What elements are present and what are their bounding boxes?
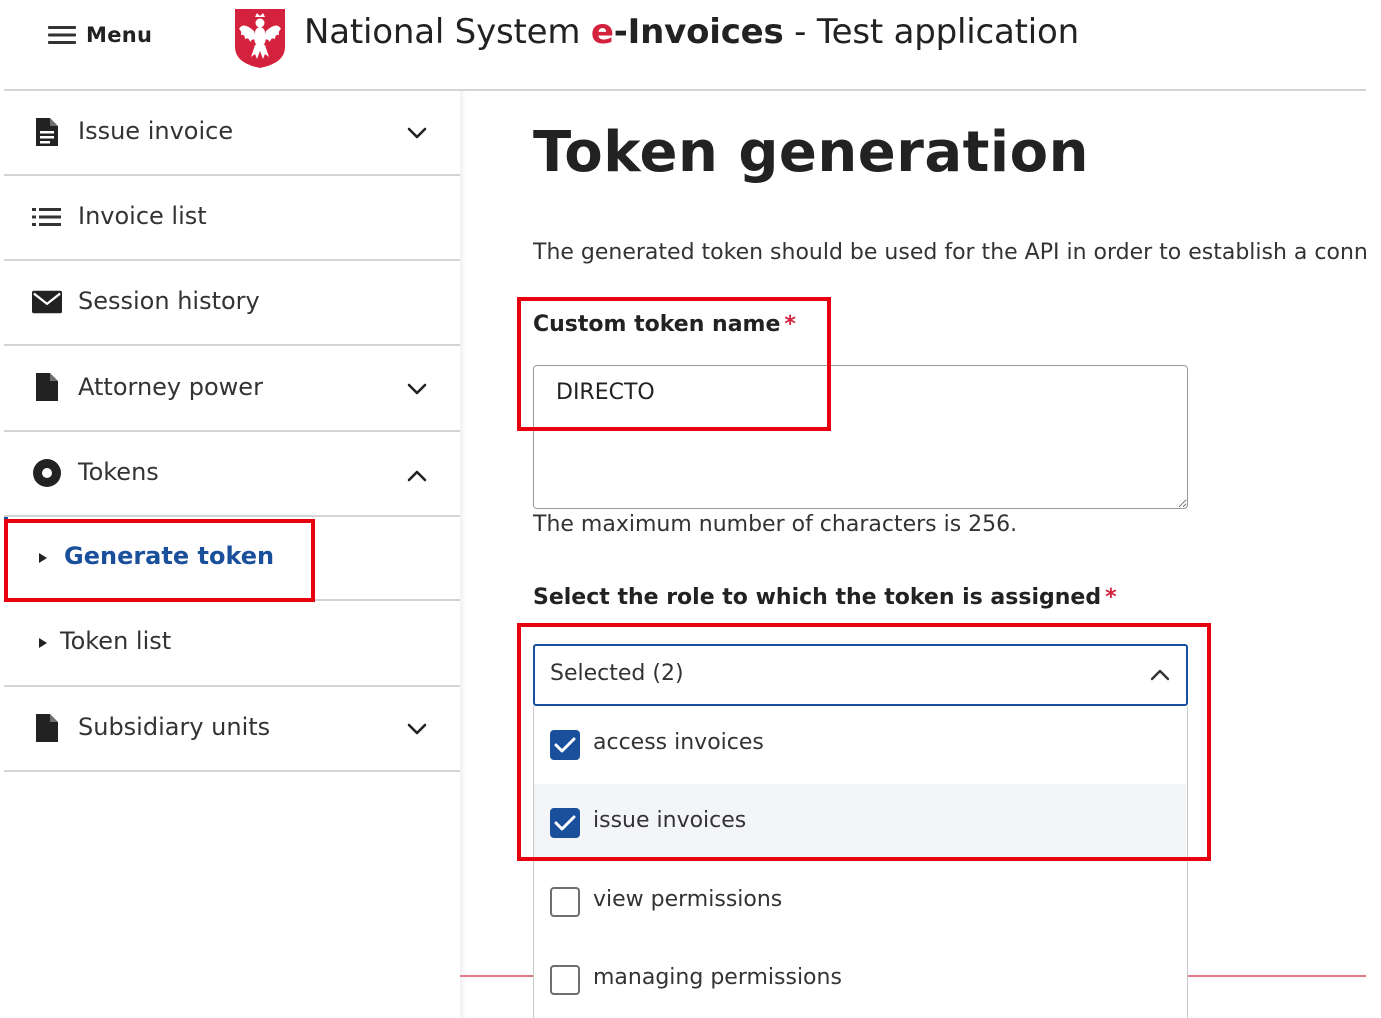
polish-eagle-emblem-icon [235, 9, 285, 68]
chevron-up-icon [407, 470, 427, 482]
checkbox-checked[interactable] [550, 730, 580, 760]
option-label: managing permissions [593, 965, 842, 990]
hamburger-icon [48, 26, 76, 44]
page-title: Token generation [533, 120, 1089, 185]
role-label-text: Select the role to which the token is as… [533, 585, 1102, 610]
title-prefix: National System [304, 12, 581, 52]
sidebar-item-tokens[interactable]: Tokens [4, 432, 460, 517]
footer-divider-left [460, 975, 533, 977]
sidebar-nav: Issue invoice Invoice list Session histo… [4, 91, 466, 1018]
sidebar-shadow [460, 91, 466, 1018]
token-name-help: The maximum number of characters is 256. [533, 512, 1018, 537]
app-header: Menu National System e-Invoices - Test a… [0, 0, 1381, 90]
menu-label: Menu [86, 23, 153, 47]
role-select[interactable]: Selected (2) [533, 644, 1188, 706]
role-option-access-invoices[interactable]: access invoices [534, 706, 1186, 784]
role-option-issue-invoices[interactable]: issue invoices [534, 784, 1186, 862]
list-icon [32, 202, 62, 232]
active-indicator [4, 517, 8, 599]
page-description: The generated token should be used for t… [533, 240, 1366, 265]
menu-button[interactable]: Menu [48, 18, 152, 52]
sidebar-item-label: Session history [78, 287, 260, 315]
sidebar-item-label: Token list [60, 627, 172, 655]
option-label: view permissions [593, 887, 783, 912]
sidebar-subitem-token-list[interactable]: Token list [4, 601, 460, 687]
option-label: issue invoices [593, 808, 747, 833]
chevron-down-icon [407, 723, 427, 735]
disc-icon [32, 458, 62, 488]
required-marker: * [784, 312, 796, 337]
role-option-view-permissions[interactable]: view permissions [534, 863, 1186, 941]
checkbox-unchecked[interactable] [550, 965, 580, 995]
chevron-down-icon [407, 383, 427, 395]
app-title: National System e-Invoices - Test applic… [304, 12, 1079, 52]
sidebar-item-label: Generate token [64, 542, 275, 570]
sidebar-item-label: Attorney power [78, 373, 263, 401]
token-name-label: Custom token name * [533, 312, 796, 337]
option-label: access invoices [593, 730, 764, 755]
triangle-bullet-icon [39, 638, 47, 648]
sidebar-item-subsidiary-units[interactable]: Subsidiary units [4, 687, 460, 772]
required-marker: * [1105, 585, 1117, 610]
envelope-icon [32, 287, 62, 317]
brand-e: e [590, 12, 614, 52]
role-label: Select the role to which the token is as… [533, 585, 1117, 610]
brand-rest: -Invoices [613, 12, 784, 52]
token-name-input[interactable] [533, 365, 1188, 509]
role-select-value: Selected (2) [550, 661, 684, 686]
document-icon [32, 713, 62, 743]
sidebar-subitem-generate-token[interactable]: Generate token [4, 517, 460, 601]
token-name-label-text: Custom token name [533, 312, 781, 337]
checkbox-unchecked[interactable] [550, 887, 580, 917]
role-dropdown-list: access invoices issue invoices view perm… [533, 706, 1188, 1018]
sidebar-item-label: Issue invoice [78, 117, 234, 145]
chevron-down-icon [407, 127, 427, 139]
footer-divider-right [1188, 975, 1366, 977]
sidebar-item-session-history[interactable]: Session history [4, 261, 460, 346]
sidebar-item-attorney-power[interactable]: Attorney power [4, 346, 460, 432]
sidebar-item-invoice-list[interactable]: Invoice list [4, 176, 460, 261]
role-option-managing-permissions[interactable]: managing permissions [534, 941, 1186, 1018]
file-icon [32, 117, 62, 147]
title-suffix: - Test application [783, 12, 1079, 52]
sidebar-item-issue-invoice[interactable]: Issue invoice [4, 91, 460, 176]
triangle-bullet-icon [39, 553, 47, 563]
checkmark-icon [554, 737, 576, 753]
document-icon [32, 372, 62, 402]
checkbox-checked[interactable] [550, 808, 580, 838]
brand-name: e-Invoices [591, 12, 784, 52]
sidebar-item-label: Tokens [78, 458, 159, 486]
sidebar-item-label: Invoice list [78, 202, 207, 230]
sidebar-item-label: Subsidiary units [78, 713, 271, 741]
chevron-up-icon [1150, 669, 1170, 681]
checkmark-icon [554, 815, 576, 831]
